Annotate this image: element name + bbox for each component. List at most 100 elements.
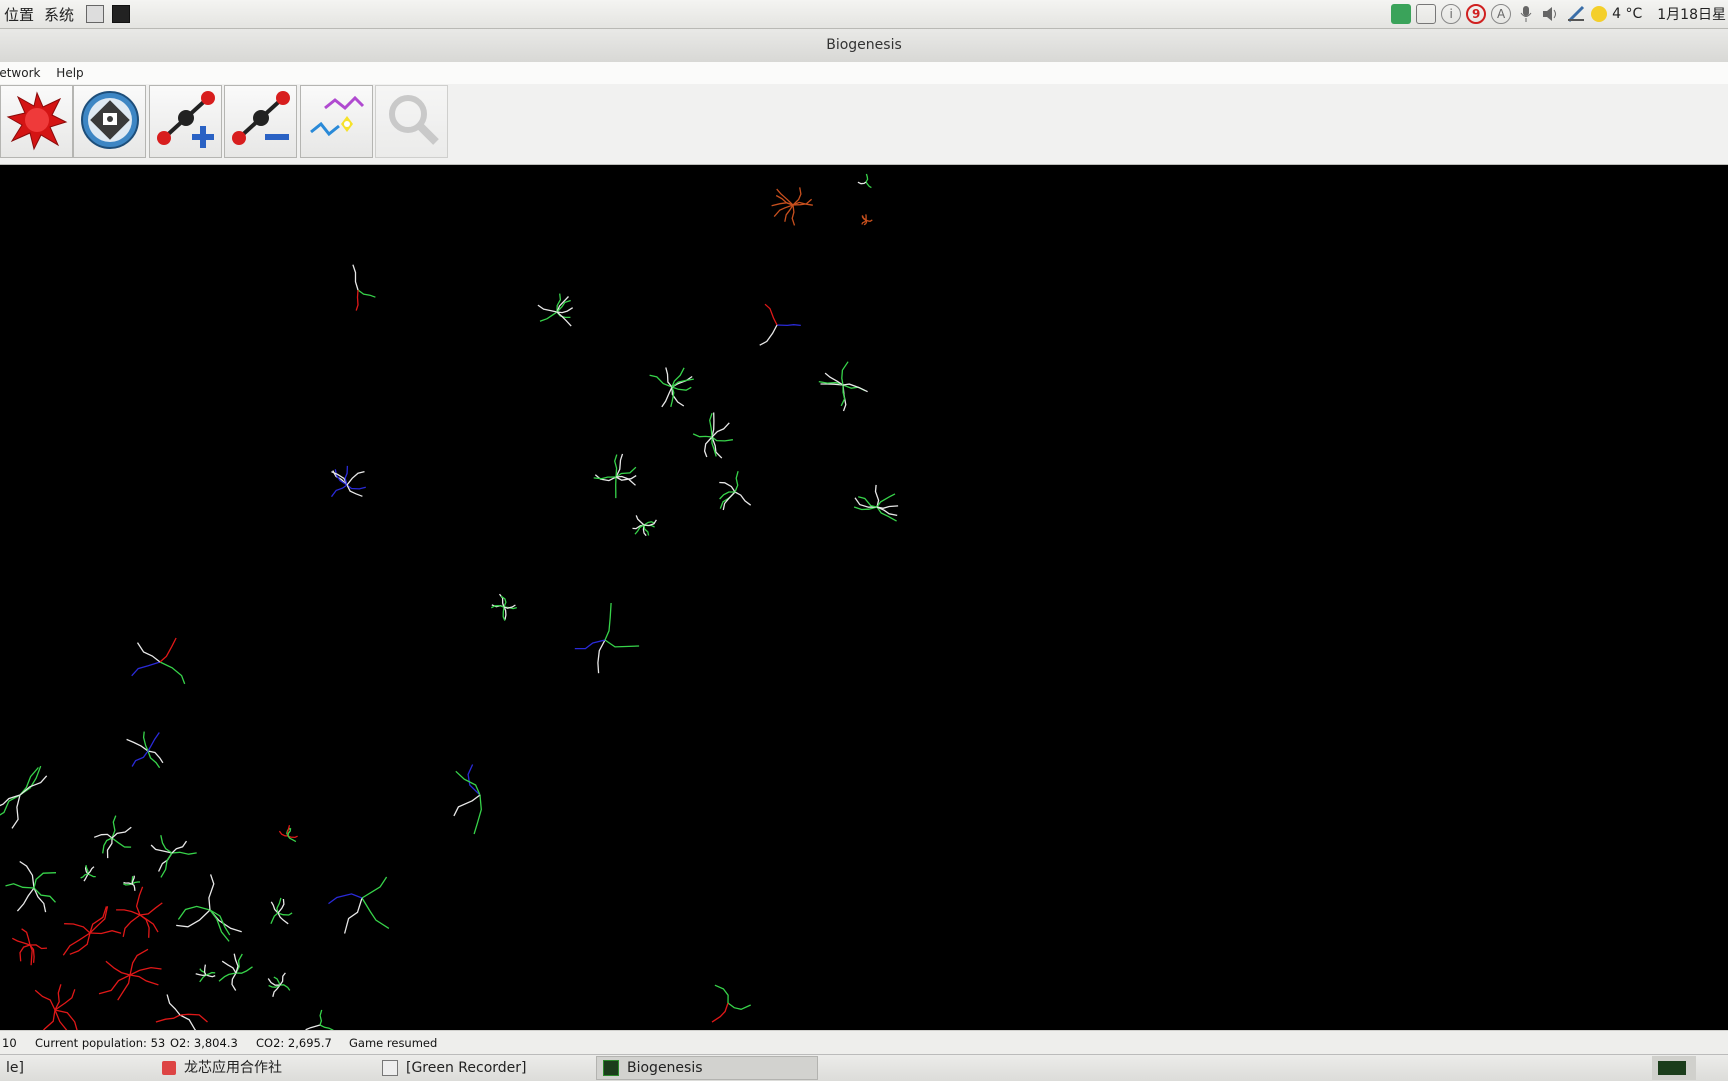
organism-segment <box>866 220 872 221</box>
organism[interactable] <box>63 906 121 955</box>
organism-segment <box>148 733 159 752</box>
organism-segment <box>650 375 672 387</box>
taskbar-item-file[interactable]: le] <box>0 1056 30 1080</box>
organism-segment <box>12 938 30 945</box>
input-method-tray-icon[interactable]: A <box>1491 4 1511 24</box>
organism[interactable] <box>575 603 639 673</box>
file-manager-launcher-icon[interactable] <box>86 5 104 23</box>
organism[interactable] <box>12 929 47 965</box>
taskbar-item-biogenesis[interactable]: Biogenesis <box>596 1056 818 1080</box>
organism[interactable] <box>123 876 140 891</box>
organism[interactable] <box>219 954 253 991</box>
organism-segment <box>118 975 130 1000</box>
organism[interactable] <box>279 825 297 841</box>
organism[interactable] <box>862 214 873 224</box>
organism[interactable] <box>306 1010 334 1030</box>
new-world-button[interactable] <box>0 85 73 158</box>
organism[interactable] <box>491 594 517 621</box>
taskbar: le] 龙芯应用合作社 [Green Recorder] Biogenesis <box>0 1054 1728 1081</box>
organism[interactable] <box>819 362 868 411</box>
organism[interactable] <box>858 174 872 188</box>
microphone-icon[interactable] <box>1516 4 1536 24</box>
organism-segment <box>20 776 47 795</box>
notification-badge[interactable]: 9 <box>1466 4 1486 24</box>
disk-icon <box>79 89 141 155</box>
organism-segment <box>605 640 639 647</box>
organism-segment <box>20 768 38 796</box>
organism[interactable] <box>156 995 208 1031</box>
organism[interactable] <box>712 985 751 1022</box>
organism[interactable] <box>594 454 637 498</box>
taskbar-item-loongson-store[interactable]: 龙芯应用合作社 <box>156 1056 288 1080</box>
organism-segment <box>123 915 140 937</box>
info-tray-icon[interactable]: i <box>1441 4 1461 24</box>
organism-segment <box>99 975 130 994</box>
organism[interactable] <box>693 413 733 459</box>
world-canvas[interactable] <box>0 165 1728 1030</box>
organism-segment <box>64 924 90 933</box>
organism[interactable] <box>132 638 185 684</box>
organism[interactable] <box>151 835 197 877</box>
organism-segment <box>88 874 96 877</box>
organism-segment <box>108 838 113 858</box>
status-bar: 10 Current population: 53 O2: 3,804.3 CO… <box>0 1030 1728 1055</box>
organism[interactable] <box>268 973 290 997</box>
organism-segment <box>35 990 55 1010</box>
weather-sun-icon <box>1591 6 1607 22</box>
network-icon[interactable] <box>1566 4 1586 24</box>
taskbar-item-green-recorder[interactable]: [Green Recorder] <box>376 1056 533 1080</box>
organism-segment <box>156 1015 180 1022</box>
organism[interactable] <box>329 877 389 934</box>
organism[interactable] <box>760 304 801 345</box>
organism[interactable] <box>271 898 292 924</box>
system-menu[interactable]: 系统 <box>42 4 82 25</box>
organism-segment <box>132 662 160 676</box>
organism[interactable] <box>196 965 216 982</box>
organism-segment <box>454 795 480 816</box>
organism[interactable] <box>331 466 365 497</box>
menu-help[interactable]: Help <box>56 66 83 80</box>
organism[interactable] <box>772 187 813 225</box>
increase-co2-button[interactable] <box>149 85 222 158</box>
co2-plus-icon <box>154 88 218 156</box>
recorder-tray-icon[interactable] <box>1391 4 1411 24</box>
organism-spark-icon <box>305 88 369 156</box>
window-app-icon <box>382 1060 398 1076</box>
examine-button[interactable] <box>375 85 448 158</box>
organism[interactable] <box>6 862 57 913</box>
keyboard-tray-icon[interactable] <box>1416 4 1436 24</box>
save-button[interactable] <box>73 85 146 158</box>
organism[interactable] <box>353 265 376 311</box>
organism-segment <box>320 1010 322 1025</box>
volume-icon[interactable] <box>1541 4 1561 24</box>
decrease-co2-button[interactable] <box>224 85 297 158</box>
organism[interactable] <box>454 765 481 835</box>
organism[interactable] <box>116 887 162 938</box>
show-desktop-button[interactable] <box>1652 1056 1696 1080</box>
terminal-launcher-icon[interactable] <box>112 5 130 23</box>
clock-date[interactable]: 1月18日星 <box>1657 4 1726 24</box>
menubar: letwork Help <box>0 62 1728 85</box>
organism-segment <box>792 205 794 225</box>
menu-network[interactable]: letwork <box>0 66 40 80</box>
organism[interactable] <box>176 874 242 941</box>
organism-segment <box>705 437 712 457</box>
organism[interactable] <box>650 368 694 407</box>
organism[interactable] <box>81 865 96 881</box>
manipulate-button[interactable] <box>300 85 373 158</box>
organism[interactable] <box>538 294 573 327</box>
organism[interactable] <box>127 732 163 768</box>
organism[interactable] <box>633 515 657 535</box>
organism[interactable] <box>719 471 750 510</box>
organism-segment <box>90 931 121 934</box>
organism[interactable] <box>35 984 77 1030</box>
organism[interactable] <box>854 485 898 521</box>
organism[interactable] <box>0 766 47 828</box>
organism[interactable] <box>94 816 131 859</box>
organism-segment <box>710 413 712 437</box>
organism[interactable] <box>99 949 162 1000</box>
organism-segment <box>148 751 160 768</box>
places-menu[interactable]: 位置 <box>0 4 42 25</box>
organism-segment <box>666 368 672 388</box>
taskbar-item-label: 龙芯应用合作社 <box>184 1055 282 1081</box>
